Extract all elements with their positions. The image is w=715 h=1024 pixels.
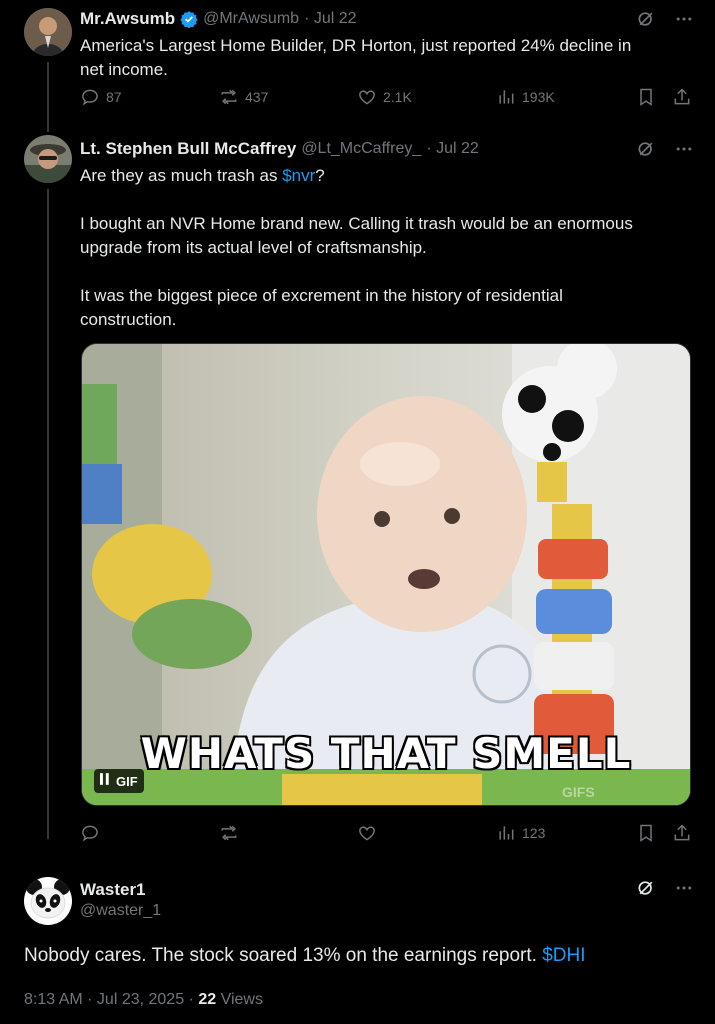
heart-icon: [359, 90, 375, 105]
tweet-text-line: It was the biggest piece of excrement in…: [80, 286, 563, 305]
repost-icon: [221, 89, 237, 105]
reply-icon: [82, 89, 98, 106]
tweet-text-line: America's Largest Home Builder, DR Horto…: [80, 36, 632, 55]
gif-badge: GIF: [116, 773, 138, 789]
avatar[interactable]: [24, 877, 72, 925]
avatar[interactable]: [24, 8, 72, 56]
author-name[interactable]: Lt. Stephen Bull McCaffrey: [80, 139, 296, 159]
avatar[interactable]: [24, 135, 72, 183]
verified-badge-icon: [180, 10, 198, 29]
text-segment: Nobody cares. The stock soared 13% on th…: [24, 945, 543, 966]
bookmark-icon: [640, 824, 652, 842]
repost-count: 437: [245, 89, 269, 105]
thread-line: [47, 189, 49, 839]
like-count: 2.1K: [383, 89, 412, 105]
gif-watermark: GIFS: [562, 784, 595, 800]
repost-button[interactable]: [219, 823, 239, 843]
grok-icon[interactable]: [636, 9, 656, 34]
share-icon: [674, 824, 690, 841]
author-name[interactable]: Waster1: [80, 880, 161, 900]
timestamp-text[interactable]: 8:13 AM · Jul 23, 2025 ·: [24, 991, 198, 1008]
tweet-timestamp: 8:13 AM · Jul 23, 2025 · 22 Views: [24, 991, 263, 1009]
tweet-header: Lt. Stephen Bull McCaffrey @Lt_McCaffrey…: [80, 139, 479, 159]
text-segment: ?: [315, 166, 325, 185]
tweet-text-line: I bought an NVR Home brand new. Calling …: [80, 214, 633, 233]
bookmark-button[interactable]: [636, 823, 656, 843]
heart-icon: [359, 826, 375, 841]
views-button[interactable]: 123: [496, 823, 545, 843]
like-button[interactable]: 2.1K: [357, 87, 412, 107]
repost-button[interactable]: 437: [219, 87, 268, 107]
author-name[interactable]: Mr.Awsumb: [80, 9, 175, 29]
tweet-text-line: upgrade from its actual level of craftsm…: [80, 238, 427, 257]
analytics-icon: [499, 90, 514, 104]
tweet-meta-actions: [636, 139, 694, 164]
reply-count: 87: [106, 89, 122, 105]
share-button[interactable]: [672, 823, 692, 843]
view-count: 193K: [522, 89, 555, 105]
tweet-text: Are they as much trash as $nvr? I bought…: [80, 164, 700, 332]
share-button[interactable]: [672, 87, 692, 107]
tweet-text: America's Largest Home Builder, DR Horto…: [80, 34, 700, 82]
like-button[interactable]: [357, 823, 377, 843]
tweet-text: Nobody cares. The stock soared 13% on th…: [24, 943, 586, 969]
tweet-date[interactable]: · Jul 22: [304, 10, 356, 28]
more-options-icon[interactable]: [674, 139, 694, 164]
repost-icon: [221, 825, 237, 841]
more-options-icon[interactable]: [674, 9, 694, 34]
bookmark-button[interactable]: [636, 87, 656, 107]
avatar-image: [24, 8, 72, 56]
text-segment: Are they as much trash as: [80, 166, 283, 185]
views-button[interactable]: 193K: [496, 87, 555, 107]
author-handle[interactable]: @Lt_McCaffrey_: [301, 140, 421, 158]
view-count: 123: [522, 825, 546, 841]
tweet-text-line: net income.: [80, 60, 168, 79]
gif-media[interactable]: WHATS THAT SMELL GIF GIFS: [81, 343, 691, 806]
author-handle[interactable]: @waster_1: [80, 902, 161, 920]
reply-icon: [82, 825, 98, 842]
tweet-date[interactable]: · Jul 22: [426, 140, 478, 158]
gif-controls[interactable]: GIF: [94, 769, 144, 793]
avatar-image: [24, 877, 72, 925]
cashtag-link[interactable]: $DHI: [542, 945, 585, 966]
views-count: 22: [198, 991, 217, 1008]
share-icon: [674, 88, 690, 105]
more-options-icon[interactable]: [674, 878, 694, 903]
reply-button[interactable]: [80, 823, 100, 843]
reply-button[interactable]: 87: [80, 87, 122, 107]
bookmark-icon: [640, 88, 652, 106]
grok-icon[interactable]: [636, 878, 656, 903]
gif-caption: WHATS THAT SMELL: [140, 729, 632, 778]
grok-icon[interactable]: [636, 139, 656, 164]
author-handle[interactable]: @MrAwsumb: [203, 10, 299, 28]
tweet-meta-actions: [636, 9, 694, 34]
avatar-image: [24, 135, 72, 183]
views-label: Views: [216, 991, 263, 1008]
tweet-text-line: Are they as much trash as $nvr?: [80, 164, 700, 188]
pause-icon[interactable]: [100, 772, 110, 790]
tweet-header: Mr.Awsumb @MrAwsumb · Jul 22: [80, 9, 357, 29]
cashtag-link[interactable]: $nvr: [282, 166, 315, 185]
analytics-icon: [499, 826, 514, 840]
thread-line: [47, 62, 49, 132]
tweet-meta-actions: [636, 878, 694, 903]
tweet-header: Waster1 @waster_1: [80, 880, 161, 920]
tweet-text-line: construction.: [80, 310, 177, 329]
